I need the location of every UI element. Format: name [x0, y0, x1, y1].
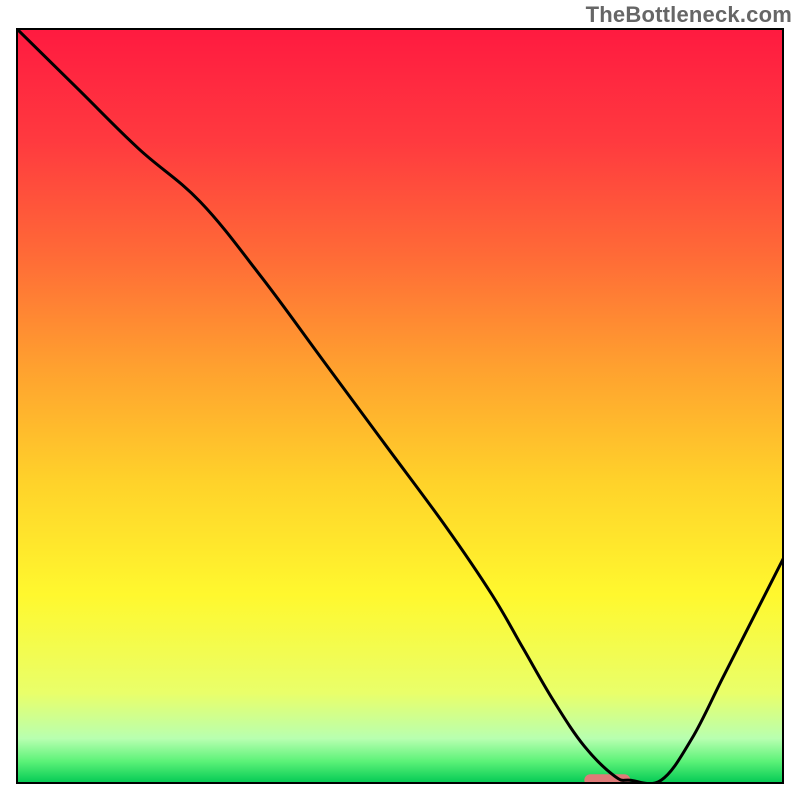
chart-container: TheBottleneck.com	[0, 0, 800, 800]
watermark-text: TheBottleneck.com	[586, 2, 792, 28]
chart-svg	[16, 28, 784, 784]
plot-area	[16, 28, 784, 784]
